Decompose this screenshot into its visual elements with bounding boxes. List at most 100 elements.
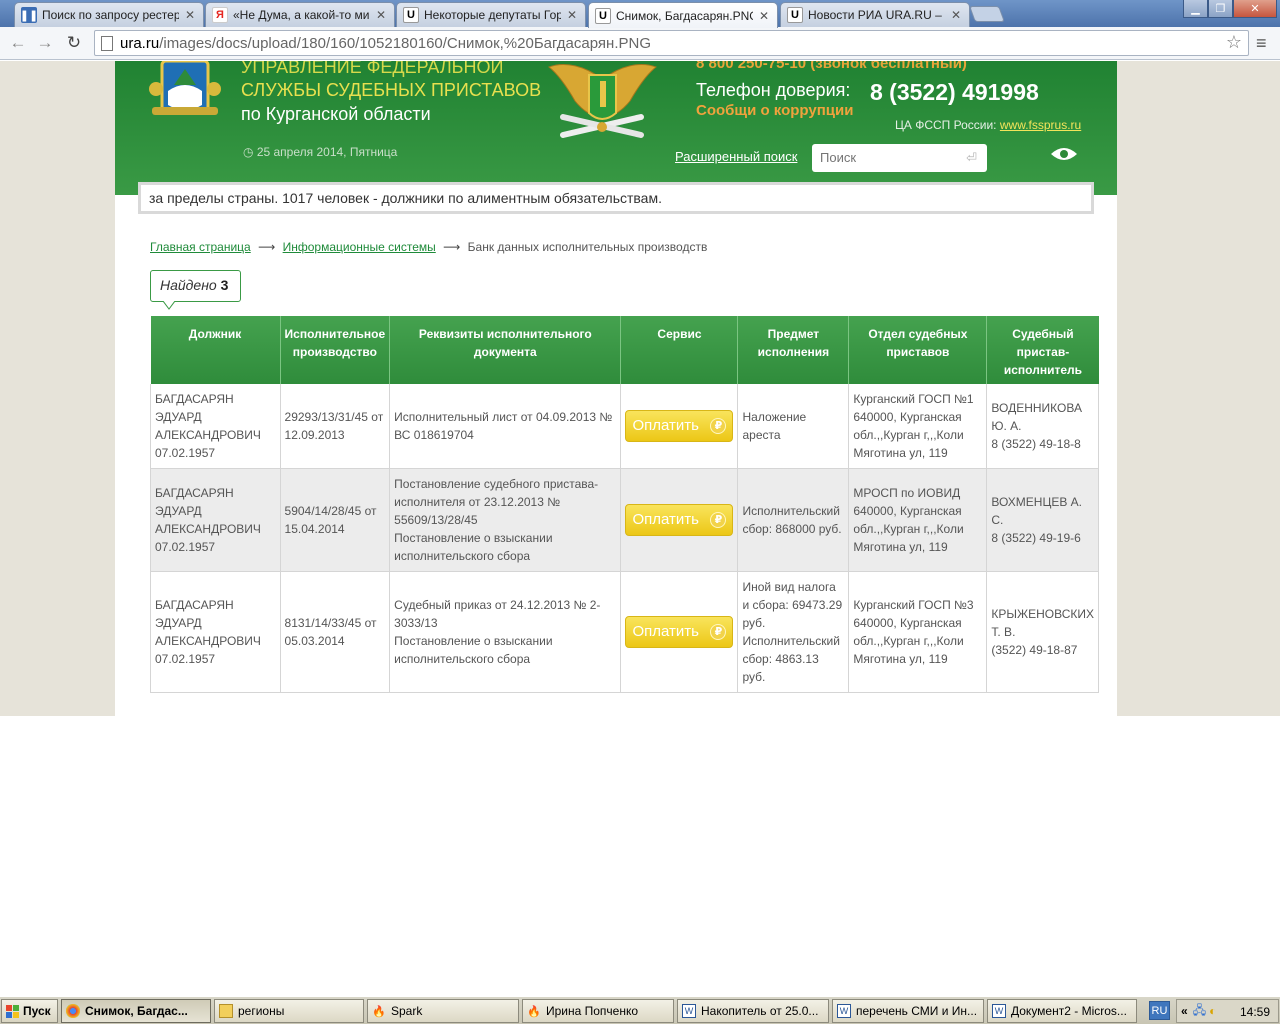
column-header-document: Реквизиты исполнительного документа bbox=[389, 316, 622, 384]
tab-title: Поиск по запросу рестеря bbox=[42, 8, 179, 22]
taskbar-item[interactable]: Снимок, Багдас... bbox=[61, 999, 211, 1023]
arrow-right-icon: ⟶ bbox=[258, 240, 276, 254]
pay-button-label: Оплатить bbox=[632, 511, 699, 528]
pay-button[interactable]: Оплатить ₽ bbox=[625, 616, 734, 648]
ura-u-icon: U bbox=[595, 7, 611, 24]
start-button[interactable]: Пуск bbox=[1, 999, 58, 1023]
new-tab-button[interactable] bbox=[969, 6, 1005, 22]
advanced-search-link[interactable]: Расширенный поиск bbox=[675, 149, 797, 164]
site-search: ⏎ bbox=[812, 144, 987, 172]
pay-button-label: Оплатить bbox=[632, 417, 699, 434]
cell-proceeding: 8131/14/33/45 от 05.03.2014 bbox=[280, 571, 391, 693]
folder-icon bbox=[219, 1004, 233, 1018]
document-line: Судебный приказ от 24.12.2013 № 2-3033/1… bbox=[394, 598, 601, 630]
site-header: УПРАВЛЕНИЕ ФЕДЕРАЛЬНОЙ СЛУЖБЫ СУДЕБНЫХ П… bbox=[115, 61, 1117, 195]
found-count: 3 bbox=[220, 277, 229, 293]
close-icon[interactable]: ✕ bbox=[183, 8, 197, 22]
network-icon[interactable]: 🖧 bbox=[1193, 1001, 1206, 1022]
enter-icon[interactable]: ⏎ bbox=[966, 150, 977, 166]
clock[interactable]: 14:59 bbox=[1240, 1005, 1270, 1019]
taskbar-item[interactable]: W Накопитель от 25.0... bbox=[677, 999, 829, 1023]
close-window-button[interactable]: ✕ bbox=[1233, 0, 1277, 18]
taskbar-item[interactable]: W перечень СМИ и Ин... bbox=[832, 999, 984, 1023]
results-found-badge: Найдено 3 bbox=[150, 270, 241, 302]
close-icon[interactable]: ✕ bbox=[757, 9, 771, 23]
tab-title: Некоторые депутаты Горд bbox=[424, 8, 561, 22]
document-line: Постановление судебного пристава-исполни… bbox=[394, 477, 599, 527]
hotline-number: 8 800 250-75-10 (звонок бесплатный) bbox=[696, 61, 967, 72]
cell-department: Курганский ГОСП №3 640000, Курганская об… bbox=[848, 571, 988, 693]
cell-document: Исполнительный лист от 04.09.2013 № ВС 0… bbox=[389, 384, 622, 469]
maximize-button[interactable]: ❐ bbox=[1208, 0, 1233, 18]
arrow-right-icon: ⟶ bbox=[443, 240, 461, 254]
browser-tab-strip: ❚❚ Поиск по запросу рестеря ✕ Я «Не Дума… bbox=[0, 0, 1280, 28]
tray-expand-icon[interactable]: « bbox=[1181, 1004, 1188, 1018]
found-label: Найдено bbox=[160, 277, 217, 293]
cell-proceeding: 5904/14/28/45 от 15.04.2014 bbox=[280, 468, 391, 572]
reload-icon[interactable]: ↻ bbox=[62, 32, 86, 54]
pay-button[interactable]: Оплатить ₽ bbox=[625, 410, 734, 442]
column-header-proceeding: Исполнительное производство bbox=[280, 316, 391, 384]
table-row: БАГДАСАРЯН ЭДУАРД АЛЕКСАНДРОВИЧ 07.02.19… bbox=[150, 468, 1099, 572]
ruble-icon: ₽ bbox=[710, 512, 727, 528]
taskbar-item[interactable]: 🔥 Ирина Попченко bbox=[522, 999, 674, 1023]
fssp-link[interactable]: www.fssprus.ru bbox=[1000, 118, 1081, 132]
results-table: Должник Исполнительное производство Рекв… bbox=[150, 316, 1099, 693]
url-text[interactable]: ura.ru/images/docs/upload/180/160/105218… bbox=[120, 35, 651, 52]
spark-icon: 🔥 bbox=[527, 1005, 541, 1018]
ura-u-icon: U bbox=[787, 7, 803, 23]
browser-tab[interactable]: U Некоторые депутаты Горд ✕ bbox=[396, 2, 586, 27]
breadcrumb-systems-link[interactable]: Информационные системы bbox=[283, 240, 436, 254]
search-input[interactable] bbox=[820, 150, 955, 165]
close-icon[interactable]: ✕ bbox=[565, 8, 579, 22]
menu-icon[interactable]: ≡ bbox=[1256, 33, 1267, 54]
language-indicator[interactable]: RU bbox=[1149, 1001, 1170, 1020]
minimize-button[interactable]: ▁ bbox=[1183, 0, 1208, 18]
news-ticker: за пределы страны. 1017 человек - должни… bbox=[138, 182, 1094, 214]
word-icon: W bbox=[992, 1004, 1006, 1018]
forward-icon[interactable]: → bbox=[33, 32, 57, 54]
taskbar-item-label: регионы bbox=[238, 1004, 285, 1018]
browser-tab[interactable]: Я «Не Дума, а какой-то мин ✕ bbox=[205, 2, 395, 27]
agency-title-line2: СЛУЖБЫ СУДЕБНЫХ ПРИСТАВОВ bbox=[241, 80, 542, 100]
browser-toolbar: ← → ↻ ura.ru/images/docs/upload/180/160/… bbox=[0, 27, 1280, 60]
pay-button[interactable]: Оплатить ₽ bbox=[625, 504, 734, 536]
cell-bailiff: ВОХМЕНЦЕВ А. С. 8 (3522) 49-19-6 bbox=[986, 468, 1099, 572]
close-icon[interactable]: ✕ bbox=[949, 8, 963, 22]
tab-title: «Не Дума, а какой-то мин bbox=[233, 8, 370, 22]
ruble-icon: ₽ bbox=[710, 624, 727, 640]
agency-title-line3: по Курганской области bbox=[241, 104, 431, 124]
bailiff-phone: 8 (3522) 49-18-8 bbox=[991, 437, 1081, 451]
cell-bailiff: ВОДЕННИКОВА Ю. А. 8 (3522) 49-18-8 bbox=[986, 384, 1099, 469]
eye-icon[interactable] bbox=[1050, 146, 1078, 162]
cell-service: Оплатить ₽ bbox=[620, 571, 739, 693]
report-corruption-link[interactable]: Сообщи о коррупции bbox=[696, 102, 853, 119]
pay-button-label: Оплатить bbox=[632, 623, 699, 640]
volume-icon[interactable]: ◐ bbox=[1209, 1004, 1216, 1018]
taskbar-item[interactable]: регионы bbox=[214, 999, 364, 1023]
ruble-icon: ₽ bbox=[710, 418, 727, 434]
browser-tab-active[interactable]: U Снимок, Багдасарян.PNG ( ✕ bbox=[588, 2, 778, 28]
trust-phone-number: 8 (3522) 491998 bbox=[870, 79, 1039, 105]
clock-icon: ◷ bbox=[243, 145, 254, 159]
browser-tab[interactable]: U Новости РИА URA.RU – но ✕ bbox=[780, 2, 970, 27]
breadcrumb-home-link[interactable]: Главная страница bbox=[150, 240, 251, 254]
cell-subject: Наложение ареста bbox=[737, 384, 850, 469]
breadcrumb: Главная страница ⟶ Информационные систем… bbox=[150, 240, 707, 254]
close-icon[interactable]: ✕ bbox=[374, 8, 388, 22]
taskbar-item-label: Ирина Попченко bbox=[546, 1004, 639, 1018]
spark-icon: 🔥 bbox=[372, 1005, 386, 1018]
bookmark-star-icon[interactable]: ☆ bbox=[1226, 32, 1242, 53]
taskbar-item[interactable]: W Документ2 - Micros... bbox=[987, 999, 1137, 1023]
cell-proceeding: 29293/13/31/45 от 12.09.2013 bbox=[280, 384, 391, 469]
windows-flag-icon bbox=[6, 1004, 19, 1018]
column-header-service: Сервис bbox=[620, 316, 739, 384]
back-icon[interactable]: ← bbox=[6, 32, 30, 54]
taskbar-item[interactable]: 🔥 Spark bbox=[367, 999, 519, 1023]
address-bar[interactable]: ura.ru/images/docs/upload/180/160/105218… bbox=[94, 30, 1249, 56]
browser-tab[interactable]: ❚❚ Поиск по запросу рестеря ✕ bbox=[14, 2, 204, 27]
fssp-prefix: ЦА ФССП России: bbox=[895, 118, 997, 132]
page-viewport: УПРАВЛЕНИЕ ФЕДЕРАЛЬНОЙ СЛУЖБЫ СУДЕБНЫХ П… bbox=[0, 61, 1280, 996]
taskbar-item-label: Документ2 - Micros... bbox=[1011, 1004, 1127, 1018]
cell-department: МРОСП по ИОВИД 640000, Курганская обл.,,… bbox=[848, 468, 988, 572]
